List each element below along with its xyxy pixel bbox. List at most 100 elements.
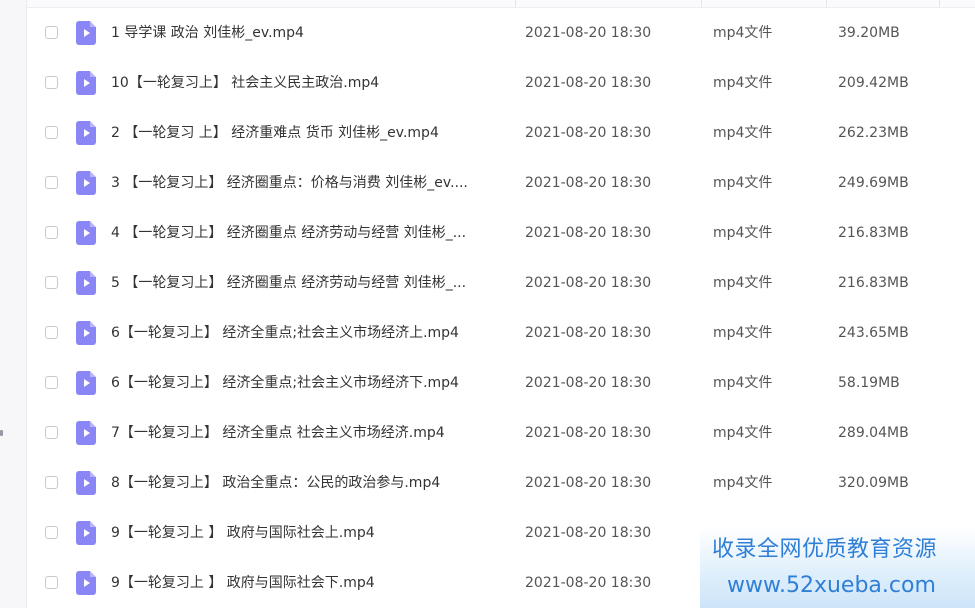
video-file-icon	[76, 21, 96, 45]
left-panel	[0, 0, 27, 608]
file-name[interactable]: 10【一轮复习上】 社会主义民主政治.mp4	[111, 74, 511, 92]
play-icon	[84, 279, 90, 287]
file-type: mp4文件	[713, 225, 773, 241]
file-modified-date: 2021-08-20 18:30	[525, 275, 652, 291]
play-icon	[84, 379, 90, 387]
file-row[interactable]: 5 【一轮复习上】 经济圈重点 经济劳动与经营 刘佳彬_... 2021-08-2…	[27, 258, 975, 308]
file-name[interactable]: 4 【一轮复习上】 经济圈重点 经济劳动与经营 刘佳彬_...	[111, 224, 511, 242]
file-row[interactable]: 6【一轮复习上】 经济全重点;社会主义市场经济下.mp4 2021-08-20 1…	[27, 358, 975, 408]
file-modified-date: 2021-08-20 18:30	[525, 525, 652, 541]
video-file-icon	[76, 521, 96, 545]
file-size: 216.83MB	[838, 225, 909, 241]
play-icon	[84, 579, 90, 587]
checkbox-icon[interactable]	[45, 276, 58, 289]
file-name[interactable]: 9【一轮复习上 】 政府与国际社会上.mp4	[111, 524, 511, 542]
checkbox-icon[interactable]	[45, 526, 58, 539]
file-type: mp4文件	[713, 475, 773, 491]
file-row[interactable]: 6【一轮复习上】 经济全重点;社会主义市场经济上.mp4 2021-08-20 1…	[27, 308, 975, 358]
file-row[interactable]: 10【一轮复习上】 社会主义民主政治.mp4 2021-08-20 18:30 mp…	[27, 58, 975, 108]
file-type: mp4文件	[713, 275, 773, 291]
play-icon	[84, 229, 90, 237]
play-icon	[84, 29, 90, 37]
video-file-icon	[76, 471, 96, 495]
file-type: mp4文件	[713, 175, 773, 191]
file-size: 39.20MB	[838, 25, 900, 41]
file-type: mp4文件	[713, 125, 773, 141]
checkbox-icon[interactable]	[45, 476, 58, 489]
file-row[interactable]: 4 【一轮复习上】 经济圈重点 经济劳动与经营 刘佳彬_... 2021-08-2…	[27, 208, 975, 258]
video-file-icon	[76, 71, 96, 95]
file-modified-date: 2021-08-20 18:30	[525, 425, 652, 441]
file-type: mp4文件	[713, 375, 773, 391]
watermark-url: www.52xueba.com	[727, 573, 936, 598]
file-size: 289.04MB	[838, 425, 909, 441]
video-file-icon	[76, 321, 96, 345]
file-row[interactable]: 2 【一轮复习 上】 经济重难点 货币 刘佳彬_ev.mp4 2021-08-20…	[27, 108, 975, 158]
play-icon	[84, 79, 90, 87]
file-modified-date: 2021-08-20 18:30	[525, 325, 652, 341]
file-name[interactable]: 5 【一轮复习上】 经济圈重点 经济劳动与经营 刘佳彬_...	[111, 274, 511, 292]
column-separator	[826, 0, 827, 7]
play-icon	[84, 429, 90, 437]
file-list: 1 导学课 政治 刘佳彬_ev.mp4 2021-08-20 18:30 mp4文件…	[27, 8, 975, 608]
file-name[interactable]: 7【一轮复习上】 经济全重点 社会主义市场经济.mp4	[111, 424, 511, 442]
column-separator	[515, 0, 516, 7]
file-type: mp4文件	[713, 425, 773, 441]
file-row[interactable]: 1 导学课 政治 刘佳彬_ev.mp4 2021-08-20 18:30 mp4文件…	[27, 8, 975, 58]
file-type: mp4文件	[713, 325, 773, 341]
checkbox-icon[interactable]	[45, 226, 58, 239]
checkbox-icon[interactable]	[45, 176, 58, 189]
play-icon	[84, 329, 90, 337]
file-size: 249.69MB	[838, 175, 909, 191]
play-icon	[84, 129, 90, 137]
file-modified-date: 2021-08-20 18:30	[525, 75, 652, 91]
file-type: mp4文件	[713, 25, 773, 41]
file-name[interactable]: 2 【一轮复习 上】 经济重难点 货币 刘佳彬_ev.mp4	[111, 124, 511, 142]
play-icon	[84, 179, 90, 187]
checkbox-icon[interactable]	[45, 576, 58, 589]
checkbox-icon[interactable]	[45, 326, 58, 339]
checkbox-icon[interactable]	[45, 426, 58, 439]
file-name[interactable]: 6【一轮复习上】 经济全重点;社会主义市场经济上.mp4	[111, 324, 511, 342]
file-modified-date: 2021-08-20 18:30	[525, 375, 652, 391]
file-name[interactable]: 8【一轮复习上】 政治全重点：公民的政治参与.mp4	[111, 474, 511, 492]
file-modified-date: 2021-08-20 18:30	[525, 175, 652, 191]
video-file-icon	[76, 421, 96, 445]
file-row[interactable]: 3 【一轮复习上】 经济圈重点：价格与消费 刘佳彬_ev.... 2021-08-…	[27, 158, 975, 208]
column-separator	[701, 0, 702, 7]
video-file-icon	[76, 571, 96, 595]
file-size: 262.23MB	[838, 125, 909, 141]
video-file-icon	[76, 221, 96, 245]
checkbox-icon[interactable]	[45, 26, 58, 39]
file-modified-date: 2021-08-20 18:30	[525, 475, 652, 491]
file-modified-date: 2021-08-20 18:30	[525, 25, 652, 41]
panel-edge-marker	[0, 430, 3, 436]
file-name[interactable]: 3 【一轮复习上】 经济圈重点：价格与消费 刘佳彬_ev....	[111, 174, 511, 192]
file-name[interactable]: 9【一轮复习上 】 政府与国际社会下.mp4	[111, 574, 511, 592]
file-type: mp4文件	[713, 75, 773, 91]
file-size: 209.42MB	[838, 75, 909, 91]
checkbox-icon[interactable]	[45, 376, 58, 389]
video-file-icon	[76, 271, 96, 295]
checkbox-icon[interactable]	[45, 76, 58, 89]
watermark-slogan: 收录全网优质教育资源	[712, 537, 938, 562]
play-icon	[84, 529, 90, 537]
file-modified-date: 2021-08-20 18:30	[525, 575, 652, 591]
video-file-icon	[76, 121, 96, 145]
video-file-icon	[76, 171, 96, 195]
checkbox-icon[interactable]	[45, 126, 58, 139]
column-header-strip	[27, 0, 975, 8]
video-file-icon	[76, 371, 96, 395]
column-separator	[939, 0, 940, 7]
file-size: 243.65MB	[838, 325, 909, 341]
file-name[interactable]: 1 导学课 政治 刘佳彬_ev.mp4	[111, 24, 511, 42]
file-size: 320.09MB	[838, 475, 909, 491]
file-row[interactable]: 7【一轮复习上】 经济全重点 社会主义市场经济.mp4 2021-08-20 18…	[27, 408, 975, 458]
file-modified-date: 2021-08-20 18:30	[525, 225, 652, 241]
file-modified-date: 2021-08-20 18:30	[525, 125, 652, 141]
file-row[interactable]: 8【一轮复习上】 政治全重点：公民的政治参与.mp4 2021-08-20 18:…	[27, 458, 975, 508]
file-name[interactable]: 6【一轮复习上】 经济全重点;社会主义市场经济下.mp4	[111, 374, 511, 392]
play-icon	[84, 479, 90, 487]
file-size: 58.19MB	[838, 375, 900, 391]
file-size: 216.83MB	[838, 275, 909, 291]
